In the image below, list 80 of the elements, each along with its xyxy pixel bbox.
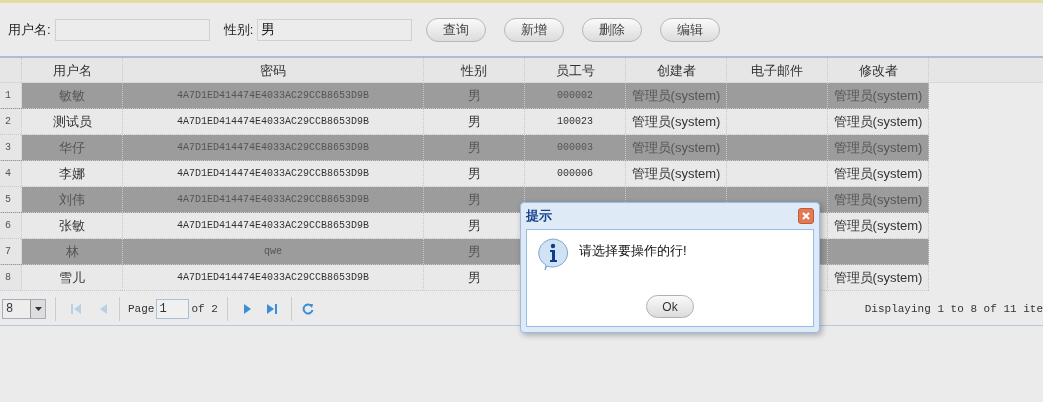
row-number: 3 bbox=[5, 141, 11, 155]
table-cell-text: 林 bbox=[65, 242, 79, 261]
column-header[interactable]: 员工号 bbox=[555, 60, 595, 81]
table-cell-text: 男 bbox=[467, 164, 481, 183]
page-label: Page bbox=[128, 301, 155, 317]
table-cell-text: 华仔 bbox=[59, 138, 85, 157]
table-cell-text: 管理员(system) bbox=[833, 268, 923, 287]
table-cell-text: 管理员(system) bbox=[631, 112, 721, 131]
table-cell-text: 李娜 bbox=[59, 164, 85, 183]
table-cell-text: 000003 bbox=[557, 141, 593, 155]
row-number: 1 bbox=[5, 89, 11, 103]
table-cell-text: 4A7D1ED414474E4033AC29CCB8653D9B bbox=[177, 193, 369, 207]
table-cell-text: 4A7D1ED414474E4033AC29CCB8653D9B bbox=[177, 115, 369, 129]
table-cell-text: 4A7D1ED414474E4033AC29CCB8653D9B bbox=[177, 219, 369, 233]
table-cell-text: 管理员(system) bbox=[631, 138, 721, 157]
last-page-icon[interactable] bbox=[266, 303, 277, 315]
table-cell-text: 男 bbox=[467, 216, 481, 235]
table-cell-text: 测试员 bbox=[52, 112, 92, 131]
table-cell-text: 刘伟 bbox=[59, 190, 85, 209]
ok-button[interactable]: Ok bbox=[646, 295, 694, 318]
table-cell-text: 雪儿 bbox=[59, 268, 85, 287]
table-cell-text: 管理员(system) bbox=[631, 86, 721, 105]
toolbar-button[interactable]: 删除 bbox=[582, 17, 643, 42]
column-header[interactable]: 用户名 bbox=[52, 60, 92, 81]
info-icon bbox=[537, 238, 569, 271]
row-number: 8 bbox=[5, 271, 11, 285]
table-cell-text: 管理员(system) bbox=[631, 164, 721, 183]
field-label: 用户名: bbox=[8, 20, 51, 39]
refresh-icon[interactable] bbox=[301, 303, 314, 315]
table-cell-text: 管理员(system) bbox=[833, 86, 923, 105]
table-cell-text: 男 bbox=[467, 268, 481, 287]
row-number: 2 bbox=[5, 115, 11, 129]
table-cell-text: 张敏 bbox=[59, 216, 85, 235]
row-number: 4 bbox=[5, 167, 11, 181]
table-cell-text: 管理员(system) bbox=[833, 112, 923, 131]
table-cell-text: 男 bbox=[467, 190, 481, 209]
page-size-select[interactable]: 8 bbox=[2, 299, 46, 319]
table-cell-text: 男 bbox=[467, 242, 481, 261]
dialog-message: 请选择要操作的行! bbox=[579, 242, 687, 260]
page-total: of 2 bbox=[191, 301, 218, 317]
table-cell-text: 管理员(system) bbox=[833, 164, 923, 183]
table-row[interactable]: 1 敏敏 4A7D1ED414474E4033AC29CCB8653D9B 男 000002 管理员(system) 管理员(system) bbox=[0, 83, 929, 109]
table-cell-text: 男 bbox=[467, 112, 481, 131]
input-field[interactable]: 男 bbox=[257, 18, 413, 41]
table-cell-text: 4A7D1ED414474E4033AC29CCB8653D9B bbox=[177, 89, 369, 103]
table-cell-text: 男 bbox=[467, 86, 481, 105]
table-cell-text: 管理员(system) bbox=[833, 190, 923, 209]
field-label: 性别: bbox=[223, 20, 254, 39]
page-input[interactable]: 1 bbox=[156, 299, 190, 319]
column-header[interactable]: 密码 bbox=[260, 60, 286, 81]
table-cell-text: 4A7D1ED414474E4033AC29CCB8653D9B bbox=[177, 167, 369, 181]
row-number: 7 bbox=[5, 245, 11, 259]
column-header[interactable]: 修改者 bbox=[858, 60, 898, 81]
column-header[interactable]: 创建者 bbox=[656, 60, 696, 81]
dropdown-arrow-icon bbox=[34, 307, 42, 311]
table-cell-text: 100023 bbox=[557, 115, 593, 129]
table-cell-text: 000006 bbox=[557, 167, 593, 181]
pager-summary: Displaying 1 to 8 of 11 ite bbox=[864, 301, 1043, 317]
toolbar-button[interactable]: 查询 bbox=[426, 17, 487, 42]
column-header[interactable]: 电子邮件 bbox=[751, 60, 803, 81]
table-cell-text: 管理员(system) bbox=[833, 138, 923, 157]
close-button[interactable] bbox=[798, 208, 814, 224]
table-cell-text: 敏敏 bbox=[59, 86, 85, 105]
table-cell-text: 4A7D1ED414474E4033AC29CCB8653D9B bbox=[177, 141, 369, 155]
table-row[interactable]: 4 李娜 4A7D1ED414474E4033AC29CCB8653D9B 男 000006 管理员(system) 管理员(system) bbox=[0, 161, 929, 187]
row-number: 5 bbox=[5, 193, 11, 207]
next-page-icon[interactable] bbox=[243, 303, 252, 315]
row-number: 6 bbox=[5, 219, 11, 233]
table-cell-text: 4A7D1ED414474E4033AC29CCB8653D9B bbox=[177, 271, 369, 285]
table-cell-text: 男 bbox=[467, 138, 481, 157]
table-row[interactable]: 2 测试员 4A7D1ED414474E4033AC29CCB8653D9B 男 100023 管理员(system) 管理员(system) bbox=[0, 109, 929, 135]
table-cell-text: 管理员(system) bbox=[833, 216, 923, 235]
toolbar-button[interactable]: 编辑 bbox=[660, 17, 721, 42]
column-header[interactable]: 性别 bbox=[461, 60, 487, 81]
input-field[interactable] bbox=[54, 18, 210, 41]
table-row[interactable]: 3 华仔 4A7D1ED414474E4033AC29CCB8653D9B 男 000003 管理员(system) 管理员(system) bbox=[0, 135, 929, 161]
close-icon bbox=[802, 212, 810, 220]
table-cell-text: 000002 bbox=[557, 89, 593, 103]
table-cell-text: qwe bbox=[264, 245, 282, 259]
toolbar-button[interactable]: 新增 bbox=[504, 17, 565, 42]
